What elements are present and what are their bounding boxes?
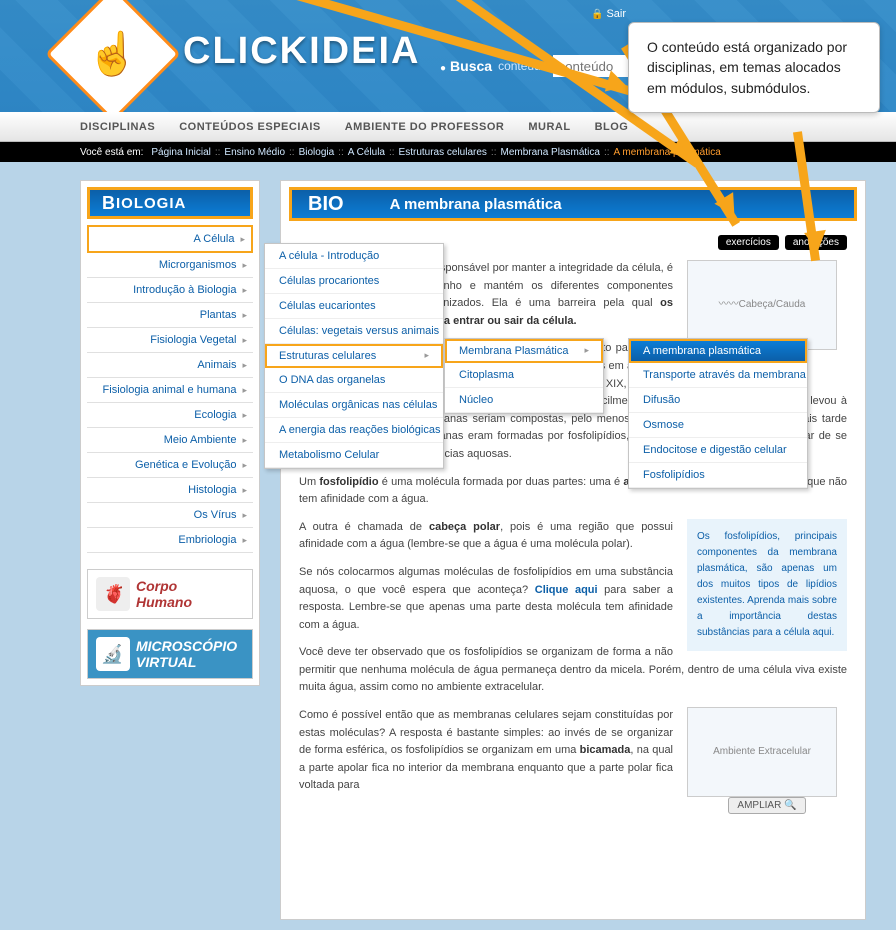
info-box-link[interactable]: aqui [813, 627, 832, 638]
sidebar-title: BIOLOGIA [87, 187, 253, 219]
breadcrumb-label: Você está em: [80, 147, 143, 158]
fly2-item-1[interactable]: Citoplasma [445, 363, 603, 388]
sidebar-item-8[interactable]: Meio Ambiente▸ [87, 428, 253, 453]
annotation-callout: O conteúdo está organizado por disciplin… [628, 22, 880, 113]
fly3-item-0[interactable]: A membrana plasmática [629, 339, 807, 363]
nav-disciplinas[interactable]: DISCIPLINAS [80, 121, 155, 133]
nav-mural[interactable]: MURAL [528, 121, 570, 133]
fly1-item-8[interactable]: Metabolismo Celular [265, 443, 443, 468]
breadcrumb: Você está em: Página Inicial:: Ensino Mé… [0, 142, 896, 162]
nav-ambiente[interactable]: AMBIENTE DO PROFESSOR [345, 121, 505, 133]
fly3-item-3[interactable]: Osmose [629, 413, 807, 438]
submenu-a-celula: A célula - IntroduçãoCélulas procarionte… [264, 243, 444, 469]
crumb-2[interactable]: Biologia [299, 147, 335, 158]
fly2-item-2[interactable]: Núcleo [445, 388, 603, 413]
sidebar-item-3[interactable]: Plantas▸ [87, 303, 253, 328]
sidebar-item-2[interactable]: Introdução à Biologia▸ [87, 278, 253, 303]
crumb-1[interactable]: Ensino Médio [224, 147, 285, 158]
sidebar-item-1[interactable]: Microrganismos▸ [87, 253, 253, 278]
sidebar-item-6[interactable]: Fisiologia animal e humana▸ [87, 378, 253, 403]
fly1-item-1[interactable]: Células procariontes [265, 269, 443, 294]
logout-link[interactable]: Sair [591, 8, 626, 20]
fly1-item-7[interactable]: A energia das reações biológicas [265, 418, 443, 443]
fly1-item-3[interactable]: Células: vegetais versus animais [265, 319, 443, 344]
ad-microscopio-virtual[interactable]: 🔬 MICROSCÓPIOVIRTUAL [87, 629, 253, 679]
microscope-icon: 🔬 [96, 637, 130, 671]
fly1-item-0[interactable]: A célula - Introdução [265, 244, 443, 269]
sidebar-item-11[interactable]: Os Vírus▸ [87, 503, 253, 528]
fly3-item-2[interactable]: Difusão [629, 388, 807, 413]
heart-icon: 🫀 [96, 577, 130, 611]
crumb-3[interactable]: A Célula [348, 147, 385, 158]
search-label: Busca [440, 58, 492, 74]
discipline-sidebar: BIOLOGIA A Célula▸Microrganismos▸Introdu… [80, 180, 260, 686]
sidebar-item-10[interactable]: Histologia▸ [87, 478, 253, 503]
sidebar-item-9[interactable]: Genética e Evolução▸ [87, 453, 253, 478]
submenu-membrana: A membrana plasmáticaTransporte através … [628, 338, 808, 489]
link-clique-aqui[interactable]: Clique aqui [535, 584, 598, 596]
sidebar-item-4[interactable]: Fisiologia Vegetal▸ [87, 328, 253, 353]
fly3-item-5[interactable]: Fosfolipídios [629, 463, 807, 488]
crumb-home[interactable]: Página Inicial [151, 147, 210, 158]
nav-blog[interactable]: BLOG [595, 121, 629, 133]
fly3-item-1[interactable]: Transporte através da membrana [629, 363, 807, 388]
crumb-5[interactable]: Membrana Plasmática [500, 147, 599, 158]
nav-conteudos[interactable]: CONTEÚDOS ESPECIAIS [179, 121, 321, 133]
figure-bicamada: Ambiente Extracelular AMPLIAR 🔍 [687, 707, 847, 815]
ad-corpo-humano[interactable]: 🫀 CorpoHumano [87, 569, 253, 619]
ampliar-button[interactable]: AMPLIAR 🔍 [728, 797, 805, 814]
chip-exercicios[interactable]: exercícios [718, 235, 779, 250]
fly1-item-2[interactable]: Células eucariontes [265, 294, 443, 319]
fly2-item-0[interactable]: Membrana Plasmática▸ [445, 339, 603, 363]
crumb-4[interactable]: Estruturas celulares [399, 147, 487, 158]
brand-name[interactable]: CLICKIDEIA [183, 30, 420, 73]
logo-icon[interactable]: ☝ [45, 0, 181, 112]
fly1-item-5[interactable]: O DNA das organelas [265, 368, 443, 393]
fly1-item-4[interactable]: Estruturas celulares▸ [265, 344, 443, 368]
info-box-fosfolipidios: Os fosfolipídios, principais componentes… [687, 519, 847, 651]
sidebar-item-12[interactable]: Embriologia▸ [87, 528, 253, 553]
fly1-item-6[interactable]: Moléculas orgânicas nas células [265, 393, 443, 418]
fly3-item-4[interactable]: Endocitose e digestão celular [629, 438, 807, 463]
sidebar-item-5[interactable]: Animais▸ [87, 353, 253, 378]
sidebar-item-7[interactable]: Ecologia▸ [87, 403, 253, 428]
main-nav: DISCIPLINAS CONTEÚDOS ESPECIAIS AMBIENTE… [0, 112, 896, 142]
submenu-estruturas: Membrana Plasmática▸CitoplasmaNúcleo [444, 338, 604, 414]
article-title-bar: BIO A membrana plasmática [289, 187, 857, 221]
sidebar-item-0[interactable]: A Célula▸ [87, 225, 253, 253]
